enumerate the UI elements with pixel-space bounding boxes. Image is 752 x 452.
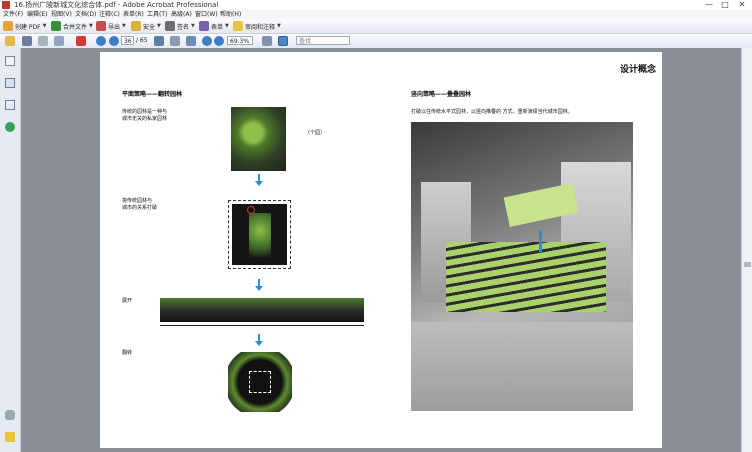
step4-text: 翻转 xyxy=(122,350,133,356)
page-count: / 65 xyxy=(136,37,148,44)
previous-page-icon[interactable] xyxy=(96,36,106,46)
forms-button[interactable]: 表单 ▼ xyxy=(199,20,229,32)
print-icon[interactable] xyxy=(22,36,32,46)
sign-button[interactable]: 签名 ▼ xyxy=(165,20,195,32)
step3-text: 展开 xyxy=(122,298,133,304)
export-label: 导出 xyxy=(108,23,121,31)
arrow-down-2-head xyxy=(255,286,263,291)
forms-icon xyxy=(199,21,209,31)
bookmarks-panel-icon[interactable] xyxy=(5,78,15,88)
garden-aerial-image xyxy=(231,107,286,171)
zoom-level-select[interactable]: 69.3% xyxy=(227,36,253,45)
garden-boundary-frame xyxy=(228,200,291,269)
navigation-toolbar: 36 / 65 69.3% 查找 xyxy=(0,34,752,49)
attachments-icon[interactable] xyxy=(5,410,15,420)
plane-strategy-heading: 平面策略——翻转园林 xyxy=(122,91,183,98)
secure-label: 安全 xyxy=(143,23,156,31)
create-pdf-icon xyxy=(3,21,13,31)
window-title: 16.扬州广陵新城文化综合体.pdf - Adobe Acrobat Profe… xyxy=(14,1,219,9)
review-comment-button[interactable]: 审阅和注释 ▼ xyxy=(233,20,281,32)
fit-width-icon[interactable] xyxy=(278,36,288,46)
next-page-icon[interactable] xyxy=(109,36,119,46)
insert-arrow xyxy=(539,230,542,252)
scrollbar-thumb[interactable] xyxy=(744,262,751,267)
unfolded-garden-strip xyxy=(160,298,364,322)
menu-file[interactable]: 文件(F) xyxy=(3,10,23,19)
menu-document[interactable]: 文档(D) xyxy=(75,10,96,19)
vertical-strategy-description: 打破以往传统水平式园林，以竖向推叠的 方式，重新演绎当代城市园林。 xyxy=(411,109,573,115)
step1-text-line2: 城市无关的私家园林 xyxy=(122,116,168,122)
pages-panel-icon[interactable] xyxy=(5,56,15,66)
model-base xyxy=(411,322,633,411)
menu-window[interactable]: 窗口(W) xyxy=(195,10,218,19)
comments-panel-icon[interactable] xyxy=(5,432,15,442)
combine-files-button[interactable]: 合并文件 ▼ xyxy=(51,20,93,32)
select-tool-icon[interactable] xyxy=(154,36,164,46)
step1-text-line1: 传统的园林是一种与 xyxy=(122,109,168,115)
fit-page-icon[interactable] xyxy=(262,36,272,46)
signatures-panel-icon[interactable] xyxy=(5,100,15,110)
menu-advanced[interactable]: 高级(A) xyxy=(171,10,192,19)
vertical-scrollbar[interactable] xyxy=(741,48,752,452)
break-marker xyxy=(247,206,255,214)
navigation-pane xyxy=(0,48,21,452)
comment-icon xyxy=(233,21,243,31)
save-icon[interactable] xyxy=(38,36,48,46)
step2-text-line2: 城市的关系打破 xyxy=(122,205,158,211)
menu-view[interactable]: 视图(V) xyxy=(51,10,72,19)
secure-button[interactable]: 安全 ▼ xyxy=(131,20,161,32)
zoom-in-icon[interactable] xyxy=(214,36,224,46)
open-folder-icon[interactable] xyxy=(5,36,15,46)
garden-shape xyxy=(249,213,271,257)
page-number-input[interactable]: 36 xyxy=(121,36,134,45)
sign-label: 签名 xyxy=(177,23,190,31)
find-input[interactable]: 查找 xyxy=(296,36,350,45)
close-button[interactable]: ✕ xyxy=(735,0,749,10)
menu-forms[interactable]: 表单(R) xyxy=(123,10,144,19)
lock-icon xyxy=(131,21,141,31)
export-icon xyxy=(96,21,106,31)
email-icon[interactable] xyxy=(54,36,64,46)
pdf-page: 设计概念 平面策略——翻转园林 传统的园林是一种与 城市无关的私家园林 （个园）… xyxy=(100,52,662,448)
tasks-toolbar: 创建 PDF ▼ 合并文件 ▼ 导出 ▼ 安全 ▼ 签名 ▼ 表单 ▼ 审阅和注释 ▼ xyxy=(0,19,752,34)
step2-text-line1: 将传统园林与 xyxy=(122,198,153,204)
page-title: 设计概念 xyxy=(620,65,657,75)
hand-tool-icon[interactable] xyxy=(170,36,180,46)
flipped-garden-image xyxy=(228,352,292,412)
garden-name-tag: （个园） xyxy=(305,130,326,136)
menu-bar: 文件(F) 编辑(E) 视图(V) 文档(D) 注释(C) 表单(R) 工具(T… xyxy=(0,10,752,19)
menu-comments[interactable]: 注释(C) xyxy=(99,10,120,19)
stacked-garden-model-photo xyxy=(411,122,633,411)
dimension-line xyxy=(160,325,364,326)
create-pdf-button[interactable]: 创建 PDF ▼ xyxy=(3,20,46,32)
combine-files-label: 合并文件 xyxy=(63,23,88,31)
pen-icon xyxy=(165,21,175,31)
zoom-out-icon[interactable] xyxy=(202,36,212,46)
maximize-button[interactable]: □ xyxy=(718,0,732,10)
menu-help[interactable]: 帮助(H) xyxy=(220,10,241,19)
help-panel-icon[interactable] xyxy=(5,122,15,132)
menu-edit[interactable]: 编辑(E) xyxy=(27,10,47,19)
arrow-down-3-head xyxy=(255,341,263,346)
minimize-button[interactable]: — xyxy=(702,0,716,10)
acrobat-icon[interactable] xyxy=(76,36,86,46)
zoom-tool-icon[interactable] xyxy=(186,36,196,46)
combine-files-icon xyxy=(51,21,61,31)
flipped-garden-center xyxy=(249,371,271,393)
review-comment-label: 审阅和注释 xyxy=(245,23,276,31)
acrobat-app-icon xyxy=(2,1,10,9)
stacked-layers xyxy=(446,242,606,312)
create-pdf-label: 创建 PDF xyxy=(15,23,41,31)
vertical-strategy-heading: 竖向策略——叠叠园林 xyxy=(411,91,472,98)
forms-label: 表单 xyxy=(211,23,224,31)
export-button[interactable]: 导出 ▼ xyxy=(96,20,126,32)
arrow-down-1-head xyxy=(255,181,263,186)
menu-tools[interactable]: 工具(T) xyxy=(147,10,167,19)
